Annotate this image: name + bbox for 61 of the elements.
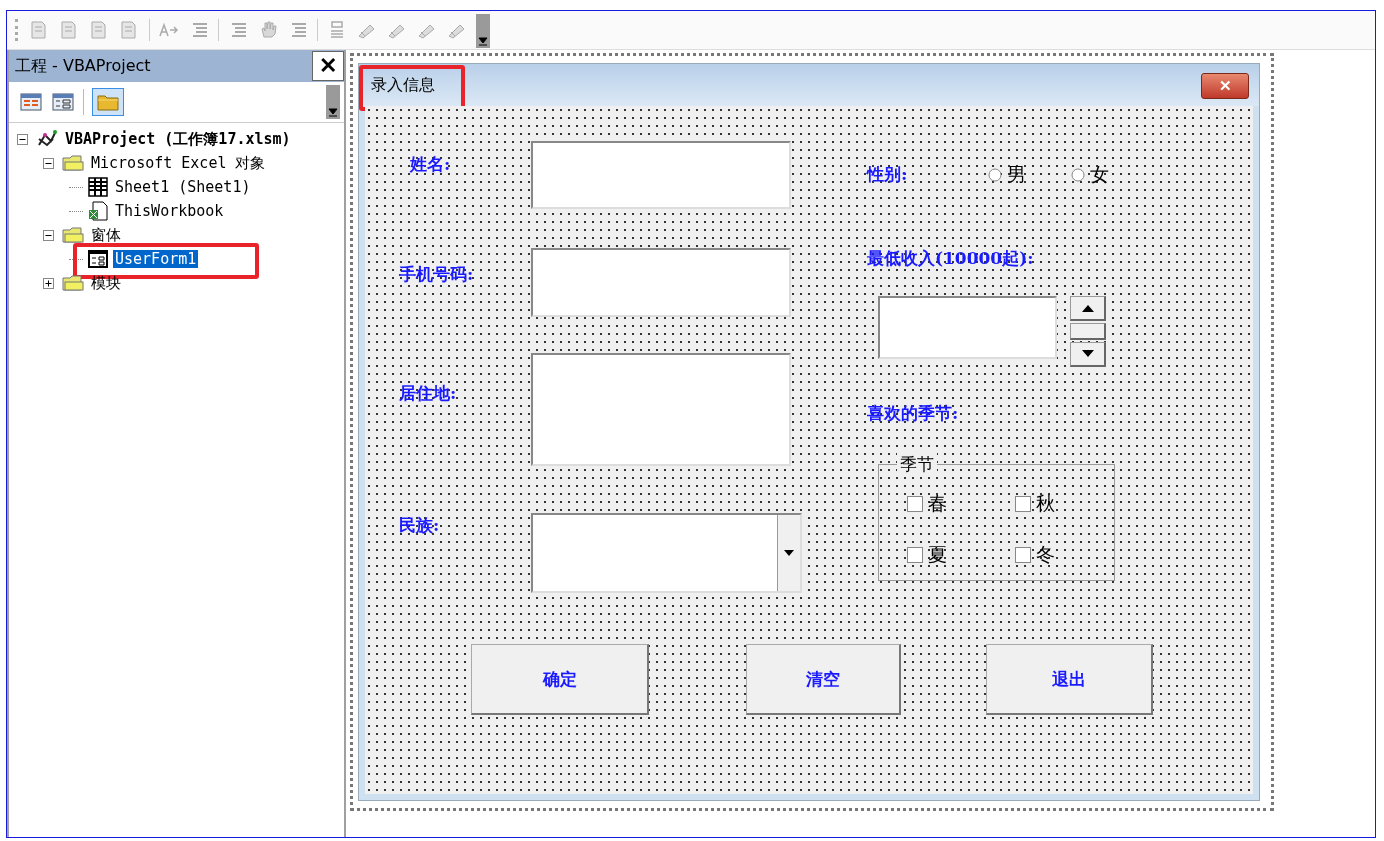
tree-item[interactable]: 窗体: [89, 225, 123, 245]
form-title: 录入信息: [371, 74, 435, 96]
triangle-down-icon: [1081, 350, 1094, 358]
folder-icon: [61, 226, 85, 244]
text-field[interactable]: [531, 248, 791, 317]
workbook-icon: [87, 201, 109, 221]
checkbox-label[interactable]: 秋: [1036, 491, 1055, 517]
field-label: 手机号码:: [399, 263, 474, 286]
field-label: 居住地:: [399, 382, 457, 405]
project-icon: [35, 129, 59, 149]
checkbox-label[interactable]: 冬: [1036, 542, 1055, 568]
tree-item[interactable]: 模块: [89, 273, 123, 293]
close-button[interactable]: ✕: [1201, 73, 1249, 99]
tree-item[interactable]: Sheet1 (Sheet1): [113, 178, 253, 196]
checkbox[interactable]: [907, 496, 923, 512]
field-label: 性别:: [867, 163, 908, 186]
folder-icon: [61, 154, 85, 172]
close-button[interactable]: ✕: [312, 51, 344, 81]
checkbox-label[interactable]: 春: [928, 491, 947, 517]
toolbar-options-button[interactable]: [476, 14, 490, 48]
radio-button[interactable]: [1071, 168, 1085, 182]
frame-caption: 季节: [897, 453, 937, 476]
option-label[interactable]: 男: [1007, 162, 1026, 188]
view-object-icon[interactable]: [51, 91, 75, 113]
collapse-toggle[interactable]: [17, 133, 31, 145]
checkbox[interactable]: [1015, 496, 1031, 512]
spin-thumb[interactable]: [1070, 323, 1106, 340]
form-icon: [87, 249, 109, 269]
field-label: 喜欢的季节:: [867, 402, 959, 425]
dropdown-button[interactable]: [777, 515, 800, 591]
field-label: 最低收入(10000起):: [867, 247, 1034, 270]
form-button[interactable]: 清空: [746, 644, 901, 715]
form-button[interactable]: 确定: [471, 644, 649, 715]
field-label: 民族:: [399, 514, 440, 537]
radio-button[interactable]: [988, 168, 1002, 182]
checkbox[interactable]: [1015, 547, 1031, 563]
collapse-toggle[interactable]: [43, 229, 57, 241]
text-area[interactable]: [531, 353, 791, 466]
tree-item[interactable]: Microsoft Excel 对象: [89, 153, 268, 173]
field-label: 姓名:: [410, 153, 451, 176]
text-field[interactable]: [878, 296, 1057, 359]
checkbox[interactable]: [907, 547, 923, 563]
dropdown-field[interactable]: [531, 513, 802, 593]
triangle-down-icon: [784, 550, 794, 556]
panel-title: 工程 - VBAProject: [15, 55, 151, 77]
collapse-toggle[interactable]: [43, 157, 57, 169]
triangle-up-icon: [1081, 304, 1094, 312]
tree-item[interactable]: ThisWorkbook: [113, 202, 226, 220]
folder-icon: [61, 274, 85, 292]
view-code-icon[interactable]: [19, 91, 43, 113]
tree-item[interactable]: VBAProject (工作簿17.xlsm): [63, 129, 293, 149]
checkbox-label[interactable]: 夏: [928, 542, 947, 568]
text-field[interactable]: [531, 141, 791, 209]
option-label[interactable]: 女: [1090, 162, 1109, 188]
tree-item[interactable]: UserForm1: [113, 250, 199, 268]
toggle-folders-button[interactable]: [92, 88, 124, 116]
expand-toggle[interactable]: [43, 277, 57, 289]
worksheet-icon: [87, 177, 109, 197]
form-button[interactable]: 退出: [986, 644, 1153, 715]
toolbar-options-button[interactable]: [326, 85, 340, 119]
spin-button[interactable]: [1070, 296, 1106, 367]
